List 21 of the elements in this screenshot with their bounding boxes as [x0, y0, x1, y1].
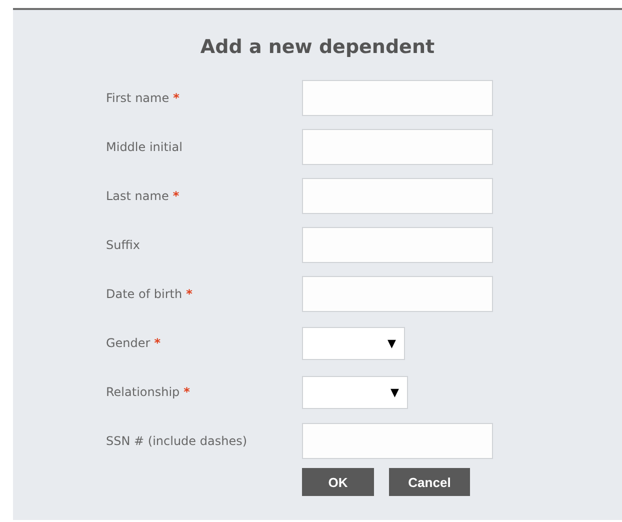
- field-label: Last name *: [106, 189, 180, 203]
- dropdown-arrow-icon: ▼: [390, 386, 399, 398]
- text-field[interactable]: [302, 423, 493, 459]
- dropdown-arrow-icon: ▼: [388, 336, 396, 350]
- ok-button[interactable]: OK: [302, 468, 374, 496]
- field-label: Relationship *: [106, 385, 191, 399]
- field-label: SSN # (include dashes): [106, 434, 248, 448]
- text-field[interactable]: [302, 178, 493, 214]
- dropdown[interactable]: ▼: [302, 376, 408, 408]
- dropdown[interactable]: ▼: [302, 326, 405, 360]
- text-field[interactable]: [302, 129, 493, 165]
- field-label: Gender *: [106, 336, 162, 350]
- field-label: Middle initial: [106, 140, 184, 154]
- field-label: First name *: [106, 91, 180, 105]
- text-field[interactable]: [302, 80, 493, 116]
- dialog-title: Add a new dependent: [199, 36, 436, 58]
- text-field[interactable]: [302, 276, 493, 312]
- text-field[interactable]: [302, 227, 493, 263]
- field-label: Suffix: [106, 238, 141, 252]
- cancel-button[interactable]: Cancel: [389, 468, 470, 496]
- field-label: Date of birth *: [106, 287, 194, 301]
